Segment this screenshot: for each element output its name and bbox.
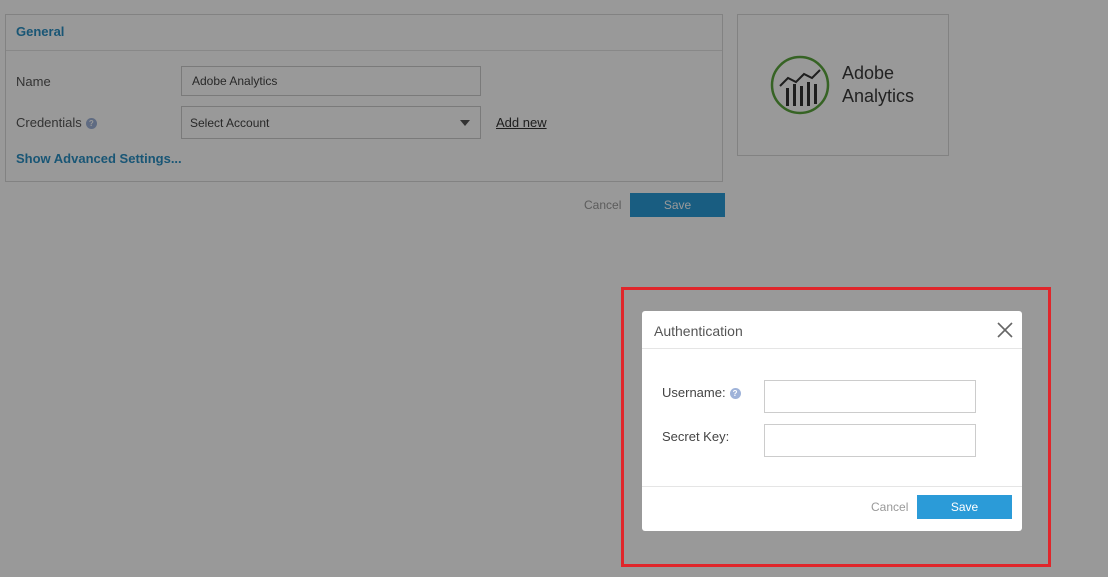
secret-key-input[interactable]	[764, 424, 976, 457]
username-label-text: Username:	[662, 385, 726, 400]
dialog-header: Authentication	[642, 311, 1022, 349]
username-input[interactable]	[764, 380, 976, 413]
authentication-dialog: Authentication Username:? Secret Key: Ca…	[642, 311, 1022, 531]
dialog-cancel-button[interactable]: Cancel	[871, 500, 908, 514]
username-label: Username:?	[662, 385, 741, 400]
close-icon[interactable]	[996, 321, 1014, 339]
help-icon: ?	[729, 388, 741, 400]
dialog-footer: Cancel Save	[642, 486, 1022, 531]
secret-key-label: Secret Key:	[662, 429, 730, 444]
dialog-title: Authentication	[654, 323, 743, 339]
dialog-save-button[interactable]: Save	[917, 495, 1012, 519]
